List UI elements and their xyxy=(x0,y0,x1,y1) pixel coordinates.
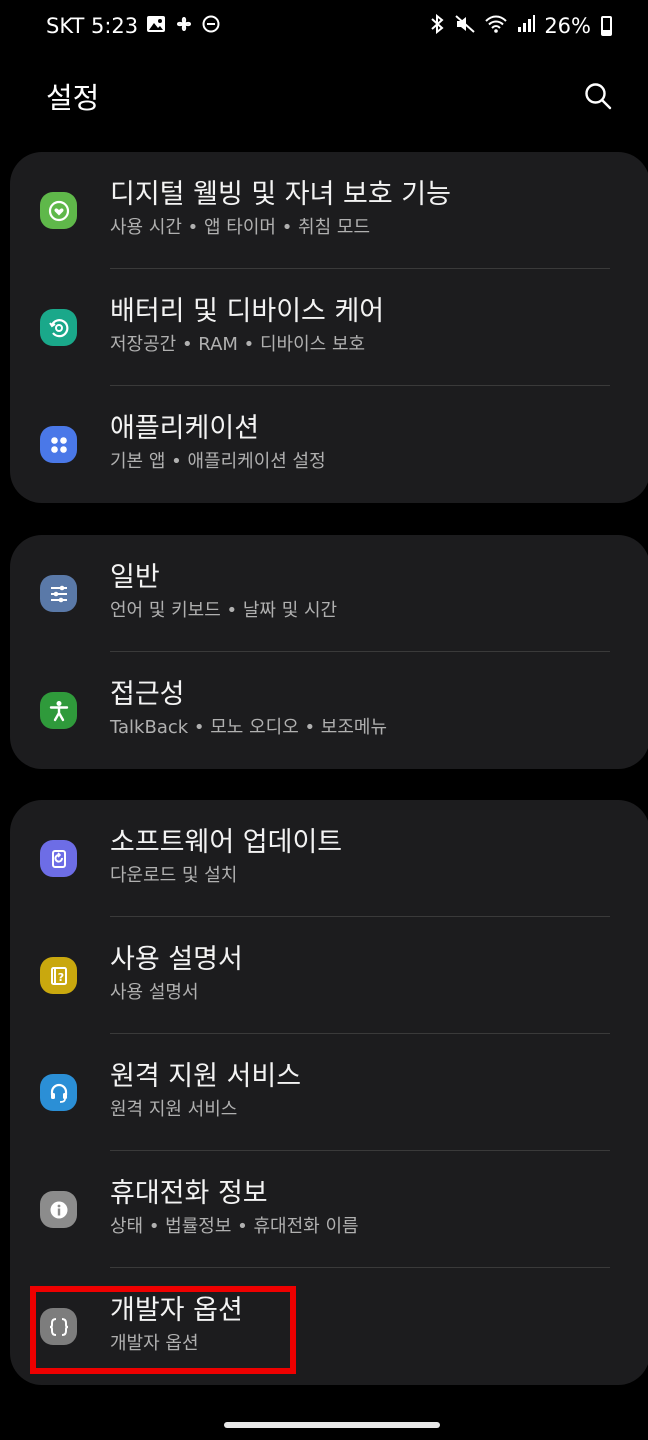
highlight-box xyxy=(30,1286,296,1374)
battery-icon xyxy=(601,16,612,36)
status-left: SKT 5:23 xyxy=(46,14,220,38)
item-subtitle: 기본 앱 • 애플리케이션 설정 xyxy=(110,451,326,472)
phone-info-icon xyxy=(40,1191,77,1228)
item-subtitle: 사용 설명서 xyxy=(110,982,199,1003)
settings-item-device-care[interactable]: 배터리 및 디바이스 케어 저장공간 • RAM • 디바이스 보호 xyxy=(10,269,648,386)
gesture-handle[interactable] xyxy=(224,1422,440,1428)
accessibility-icon xyxy=(40,692,77,729)
user-manual-icon: ? xyxy=(40,957,77,994)
item-subtitle: 저장공간 • RAM • 디바이스 보호 xyxy=(110,334,366,355)
software-update-icon xyxy=(40,840,77,877)
fan-icon xyxy=(174,14,194,38)
status-bar: SKT 5:23 26% xyxy=(0,0,648,52)
item-subtitle: 상태 • 법률정보 • 휴대전화 이름 xyxy=(110,1216,359,1237)
digital-wellbeing-icon xyxy=(40,192,77,229)
gallery-icon xyxy=(146,15,166,37)
settings-group-2: 일반 언어 및 키보드 • 날짜 및 시간 접근성 TalkBack • 모노 … xyxy=(10,535,648,769)
svg-text:?: ? xyxy=(57,971,63,984)
item-title: 접근성 xyxy=(110,679,185,710)
signal-icon xyxy=(516,14,536,38)
item-subtitle: TalkBack • 모노 오디오 • 보조메뉴 xyxy=(110,717,388,738)
header: 설정 xyxy=(0,68,648,124)
page-title: 설정 xyxy=(46,81,100,115)
item-subtitle: 사용 시간 • 앱 타이머 • 취침 모드 xyxy=(110,217,371,238)
settings-item-applications[interactable]: 애플리케이션 기본 앱 • 애플리케이션 설정 xyxy=(10,386,648,503)
device-care-icon xyxy=(40,309,77,346)
item-title: 사용 설명서 xyxy=(110,944,243,975)
remote-support-icon xyxy=(40,1074,77,1111)
bluetooth-icon xyxy=(428,13,446,38)
settings-item-software-update[interactable]: 소프트웨어 업데이트 다운로드 및 설치 xyxy=(10,800,648,917)
settings-item-accessibility[interactable]: 접근성 TalkBack • 모노 오디오 • 보조메뉴 xyxy=(10,652,648,769)
settings-group-1: 디지털 웰빙 및 자녀 보호 기능 사용 시간 • 앱 타이머 • 취침 모드 … xyxy=(10,152,648,503)
status-right: 26% xyxy=(428,13,612,38)
search-button[interactable] xyxy=(578,76,618,116)
carrier-time: SKT 5:23 xyxy=(46,14,139,38)
item-title: 원격 지원 서비스 xyxy=(110,1061,302,1092)
item-title: 일반 xyxy=(110,562,160,593)
settings-item-phone-info[interactable]: 휴대전화 정보 상태 • 법률정보 • 휴대전화 이름 xyxy=(10,1151,648,1268)
item-title: 소프트웨어 업데이트 xyxy=(110,827,343,858)
settings-item-digital-wellbeing[interactable]: 디지털 웰빙 및 자녀 보호 기능 사용 시간 • 앱 타이머 • 취침 모드 xyxy=(10,152,648,269)
battery-percent: 26% xyxy=(544,14,591,38)
item-subtitle: 다운로드 및 설치 xyxy=(110,865,238,886)
item-subtitle: 원격 지원 서비스 xyxy=(110,1099,238,1120)
item-subtitle: 언어 및 키보드 • 날짜 및 시간 xyxy=(110,600,338,621)
settings-item-general[interactable]: 일반 언어 및 키보드 • 날짜 및 시간 xyxy=(10,535,648,652)
do-not-disturb-icon xyxy=(202,15,220,37)
settings-item-remote-support[interactable]: 원격 지원 서비스 원격 지원 서비스 xyxy=(10,1034,648,1151)
general-management-icon xyxy=(40,575,77,612)
item-title: 배터리 및 디바이스 케어 xyxy=(110,296,385,327)
item-title: 디지털 웰빙 및 자녀 보호 기능 xyxy=(110,179,451,210)
search-icon xyxy=(585,83,612,110)
mute-icon xyxy=(454,14,476,38)
item-title: 휴대전화 정보 xyxy=(110,1178,268,1209)
wifi-icon xyxy=(484,14,508,38)
settings-item-user-manual[interactable]: ? 사용 설명서 사용 설명서 xyxy=(10,917,648,1034)
apps-icon xyxy=(40,426,77,463)
item-title: 애플리케이션 xyxy=(110,413,260,444)
